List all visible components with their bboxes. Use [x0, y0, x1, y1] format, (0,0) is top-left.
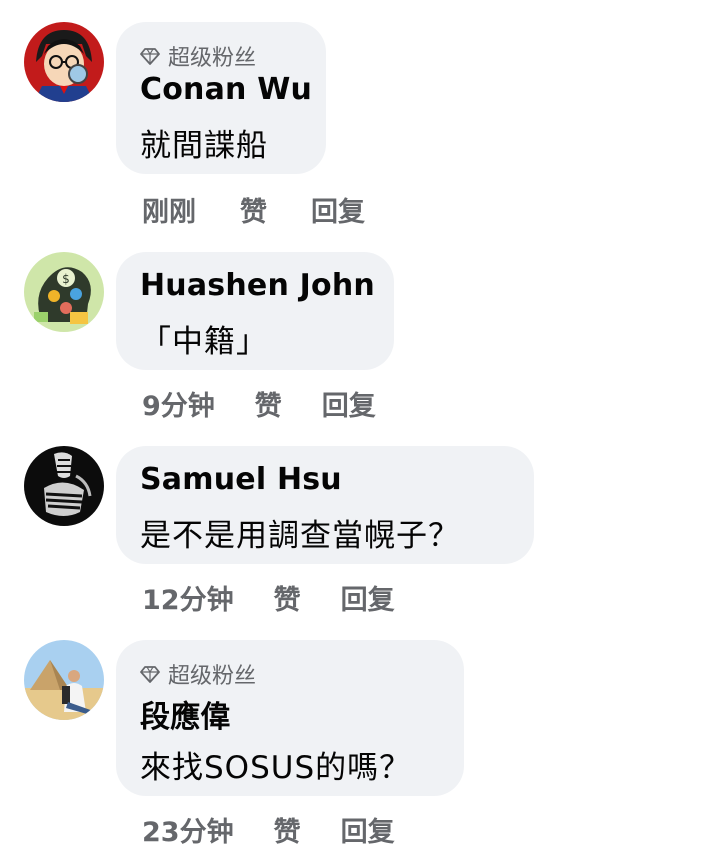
reply-button[interactable]: 回复	[311, 190, 365, 229]
avatar[interactable]: $	[24, 252, 104, 332]
avatar[interactable]	[24, 22, 104, 102]
avatar[interactable]	[24, 446, 104, 526]
comment-item: 超级粉丝 Conan Wu 就間諜船 刚刚 赞 回复	[0, 0, 720, 230]
anime-detective-avatar-icon	[24, 22, 104, 102]
comment-actions: 9分钟 赞 回复	[142, 384, 376, 423]
comment-bubble: 超级粉丝 段應偉 來找SOSUS的嗎？	[116, 640, 464, 796]
svg-text:$: $	[62, 272, 70, 286]
reply-button[interactable]: 回复	[322, 384, 376, 423]
comment-bubble: Samuel Hsu 是不是用調查當幌子？	[116, 446, 534, 564]
like-button[interactable]: 赞	[255, 384, 282, 423]
comment-text: 「中籍」	[140, 324, 268, 360]
comment-timestamp: 23分钟	[142, 817, 234, 848]
comment-author[interactable]: Samuel Hsu	[140, 462, 342, 497]
reply-button[interactable]: 回复	[341, 578, 395, 617]
comment-text: 是不是用調查當幌子？	[140, 518, 460, 554]
like-button[interactable]: 赞	[274, 810, 301, 849]
badge-label: 超级粉丝	[168, 46, 257, 71]
comment-actions: 刚刚 赞 回复	[142, 190, 365, 229]
comment-text: 來找SOSUS的嗎？	[140, 750, 412, 786]
comment-actions: 23分钟 赞 回复	[142, 810, 395, 849]
black-white-abstract-avatar-icon	[24, 446, 104, 526]
badge-label: 超级粉丝	[168, 664, 257, 689]
diamond-icon	[140, 666, 160, 683]
top-fan-badge: 超级粉丝	[140, 40, 256, 72]
like-button[interactable]: 赞	[240, 190, 267, 229]
comment-author[interactable]: Huashen John	[140, 268, 375, 303]
diamond-icon	[140, 48, 160, 65]
like-button[interactable]: 赞	[274, 578, 301, 617]
reply-button[interactable]: 回复	[341, 810, 395, 849]
comment-timestamp: 9分钟	[142, 391, 215, 422]
pyramid-photo-avatar-icon	[24, 640, 104, 720]
money-head-illustration-avatar-icon: $	[24, 252, 104, 332]
comment-text: 就間諜船	[140, 128, 268, 164]
comment-actions: 12分钟 赞 回复	[142, 578, 395, 617]
comment-bubble: 超级粉丝 Conan Wu 就間諜船	[116, 22, 326, 174]
comment-timestamp: 刚刚	[142, 197, 196, 228]
comment-bubble: Huashen John 「中籍」	[116, 252, 394, 370]
avatar[interactable]	[24, 640, 104, 720]
comment-author[interactable]: Conan Wu	[140, 72, 312, 107]
comment-timestamp: 12分钟	[142, 585, 234, 616]
top-fan-badge: 超级粉丝	[140, 658, 256, 690]
comment-author[interactable]: 段應偉	[140, 692, 231, 736]
